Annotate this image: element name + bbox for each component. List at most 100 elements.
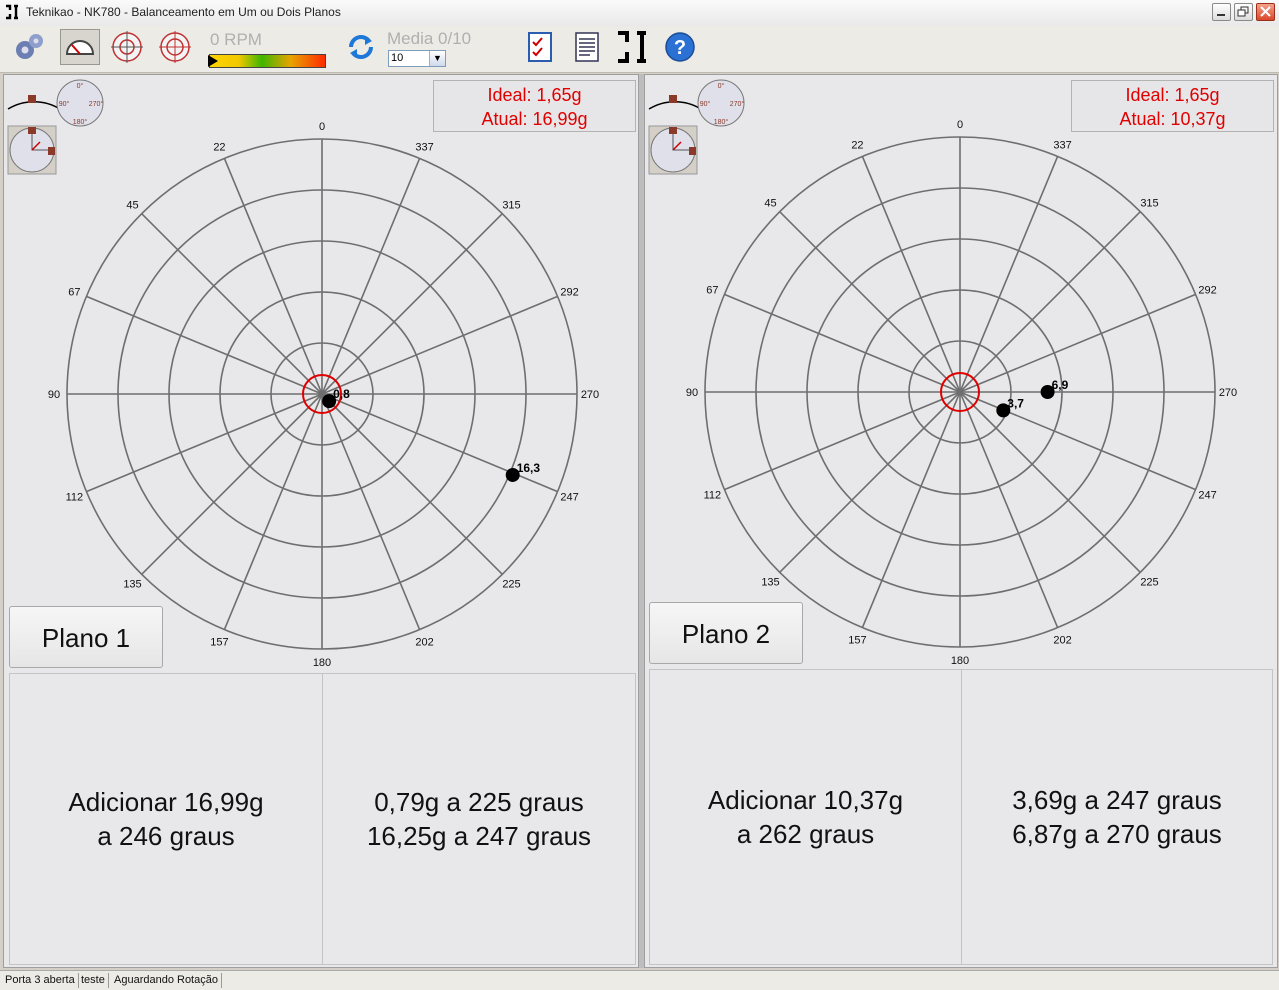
- grid-spoke: [959, 391, 1141, 573]
- angle-label: 202: [1053, 635, 1071, 647]
- rpm-level-bar: [208, 54, 326, 68]
- grid-spoke: [321, 295, 558, 395]
- grid-spoke: [321, 158, 421, 395]
- plane1-panel: 0° 90° 270° 180° Ideal: 1,65g Atual: 16,…: [3, 74, 639, 968]
- grid-spoke: [86, 393, 323, 493]
- plano2-button[interactable]: Plano 2: [649, 602, 803, 664]
- close-icon: [1260, 6, 1271, 17]
- angle-label: 225: [502, 579, 520, 591]
- angle-label: 0: [319, 121, 325, 133]
- media-readout: Media 0/10: [387, 29, 472, 48]
- grid-spoke: [141, 393, 323, 575]
- plane1-ideal: Ideal: 1,65g: [487, 85, 582, 105]
- grid-spoke: [779, 211, 961, 393]
- dial-label-right: 270°: [730, 100, 745, 108]
- settings-gears-icon[interactable]: [12, 30, 46, 64]
- plane2-point-label-0: 6,9: [1052, 378, 1069, 392]
- plane2-result-split: 3,69g a 247 graus 6,87g a 270 graus: [961, 669, 1273, 965]
- plane1-point-label-1: 0,8: [333, 387, 350, 401]
- restore-icon: [1237, 6, 1249, 17]
- angle-label: 270: [581, 389, 599, 401]
- grid-spoke: [86, 295, 323, 395]
- svg-text:?: ?: [674, 37, 686, 59]
- status-name: teste: [78, 973, 109, 988]
- plane1-result-split: 0,79g a 225 graus 16,25g a 247 graus: [322, 673, 636, 965]
- close-button[interactable]: [1256, 3, 1275, 21]
- angle-label: 202: [415, 637, 433, 649]
- status-state: Aguardando Rotação: [111, 973, 222, 988]
- angle-label: 45: [764, 197, 776, 209]
- angle-label: 90: [686, 387, 698, 399]
- angle-label: 67: [706, 284, 718, 296]
- plane1-result-total-line2: a 246 graus: [97, 821, 235, 851]
- plane2-point-label-1: 3,7: [1007, 396, 1024, 410]
- minimize-button[interactable]: [1212, 3, 1231, 21]
- target-crosshair-red-icon[interactable]: [158, 30, 192, 64]
- target-crosshair-icon[interactable]: [110, 30, 144, 64]
- media-count-select[interactable]: 10 ▼: [388, 50, 446, 67]
- chevron-down-icon[interactable]: ▼: [429, 51, 445, 66]
- plane2-result-total-line2: a 262 graus: [736, 819, 875, 849]
- angle-label: 157: [210, 637, 228, 649]
- angle-label: 315: [1140, 197, 1158, 209]
- plane2-result-split-line2: 6,87g a 270 graus: [1012, 819, 1222, 849]
- help-icon[interactable]: ?: [663, 30, 697, 64]
- grid-spoke: [861, 391, 961, 628]
- grid-spoke: [959, 211, 1141, 393]
- toolbar: 0 RPM Media 0/10 10 ▼ ?: [0, 26, 1279, 73]
- grid-spoke: [779, 391, 961, 573]
- plane2-ideal: Ideal: 1,65g: [1125, 85, 1220, 105]
- status-port: Porta 3 aberta: [2, 973, 79, 988]
- grid-spoke: [959, 293, 1196, 393]
- grid-spoke: [321, 393, 421, 630]
- angle-label: 337: [1053, 139, 1071, 151]
- angle-label: 112: [66, 492, 84, 504]
- plane1-result-total: Adicionar 16,99g a 246 graus: [9, 673, 323, 965]
- grid-spoke: [724, 293, 961, 393]
- app-logo-icon: [6, 4, 18, 20]
- report-icon[interactable]: [570, 30, 604, 64]
- plane2-result-split-line1: 3,69g a 247 graus: [1012, 785, 1222, 815]
- rpm-pointer-icon: [208, 55, 218, 67]
- plane2-result-total: Adicionar 10,37g a 262 graus: [649, 669, 962, 965]
- plano1-button[interactable]: Plano 1: [9, 606, 163, 668]
- dial-label-top: 0°: [718, 82, 725, 90]
- angle-label: 22: [851, 139, 863, 151]
- angle-label: 337: [415, 141, 433, 153]
- plane1-polar-chart: 0 22 45 67 90 112 135 157 180 202 225 247 270 292 315 3…: [48, 121, 599, 669]
- plane1-point-label-0: 16,3: [517, 461, 541, 475]
- plane2-polar-chart: 0 22 45 67 90 112 135 157 180 202 225 247 270 292 315 3…: [686, 119, 1237, 667]
- restore-button[interactable]: [1234, 3, 1253, 21]
- angle-label: 90: [48, 389, 60, 401]
- angle-label: 247: [560, 492, 578, 504]
- grid-spoke: [724, 391, 961, 491]
- angle-label: 225: [1140, 577, 1158, 589]
- plane1-result-total-line1: Adicionar 16,99g: [68, 787, 264, 817]
- window-title: Teknikao - NK780 - Balanceamento em Um o…: [26, 5, 341, 19]
- status-bar: Porta 3 aberta teste Aguardando Rotação: [0, 970, 1279, 990]
- angle-label: 180: [951, 655, 969, 667]
- angle-label: 315: [502, 199, 520, 211]
- grid-spoke: [321, 213, 503, 395]
- refresh-icon[interactable]: [344, 30, 378, 64]
- dial-label-top: 0°: [77, 82, 84, 90]
- angle-label: 135: [761, 577, 779, 589]
- angle-label: 157: [848, 635, 866, 647]
- grid-spoke: [223, 393, 323, 630]
- angle-label: 292: [1198, 284, 1216, 296]
- media-count-value: 10: [391, 52, 404, 64]
- gauge-button[interactable]: [60, 29, 100, 65]
- plane1-result-split-line2: 16,25g a 247 graus: [366, 821, 592, 851]
- grid-spoke: [959, 391, 1196, 491]
- checklist-icon[interactable]: [523, 30, 557, 64]
- angle-label: 112: [704, 490, 722, 502]
- plane2-result-total-line1: Adicionar 10,37g: [707, 785, 904, 815]
- angle-label: 0: [957, 119, 963, 131]
- angle-label: 22: [213, 141, 225, 153]
- rpm-readout: 0 RPM: [210, 30, 262, 49]
- teknikao-logo-icon[interactable]: [615, 30, 649, 64]
- angle-label: 135: [123, 579, 141, 591]
- dial-label-right: 270°: [89, 100, 104, 108]
- angle-label: 67: [68, 286, 80, 298]
- grid-spoke: [861, 156, 961, 393]
